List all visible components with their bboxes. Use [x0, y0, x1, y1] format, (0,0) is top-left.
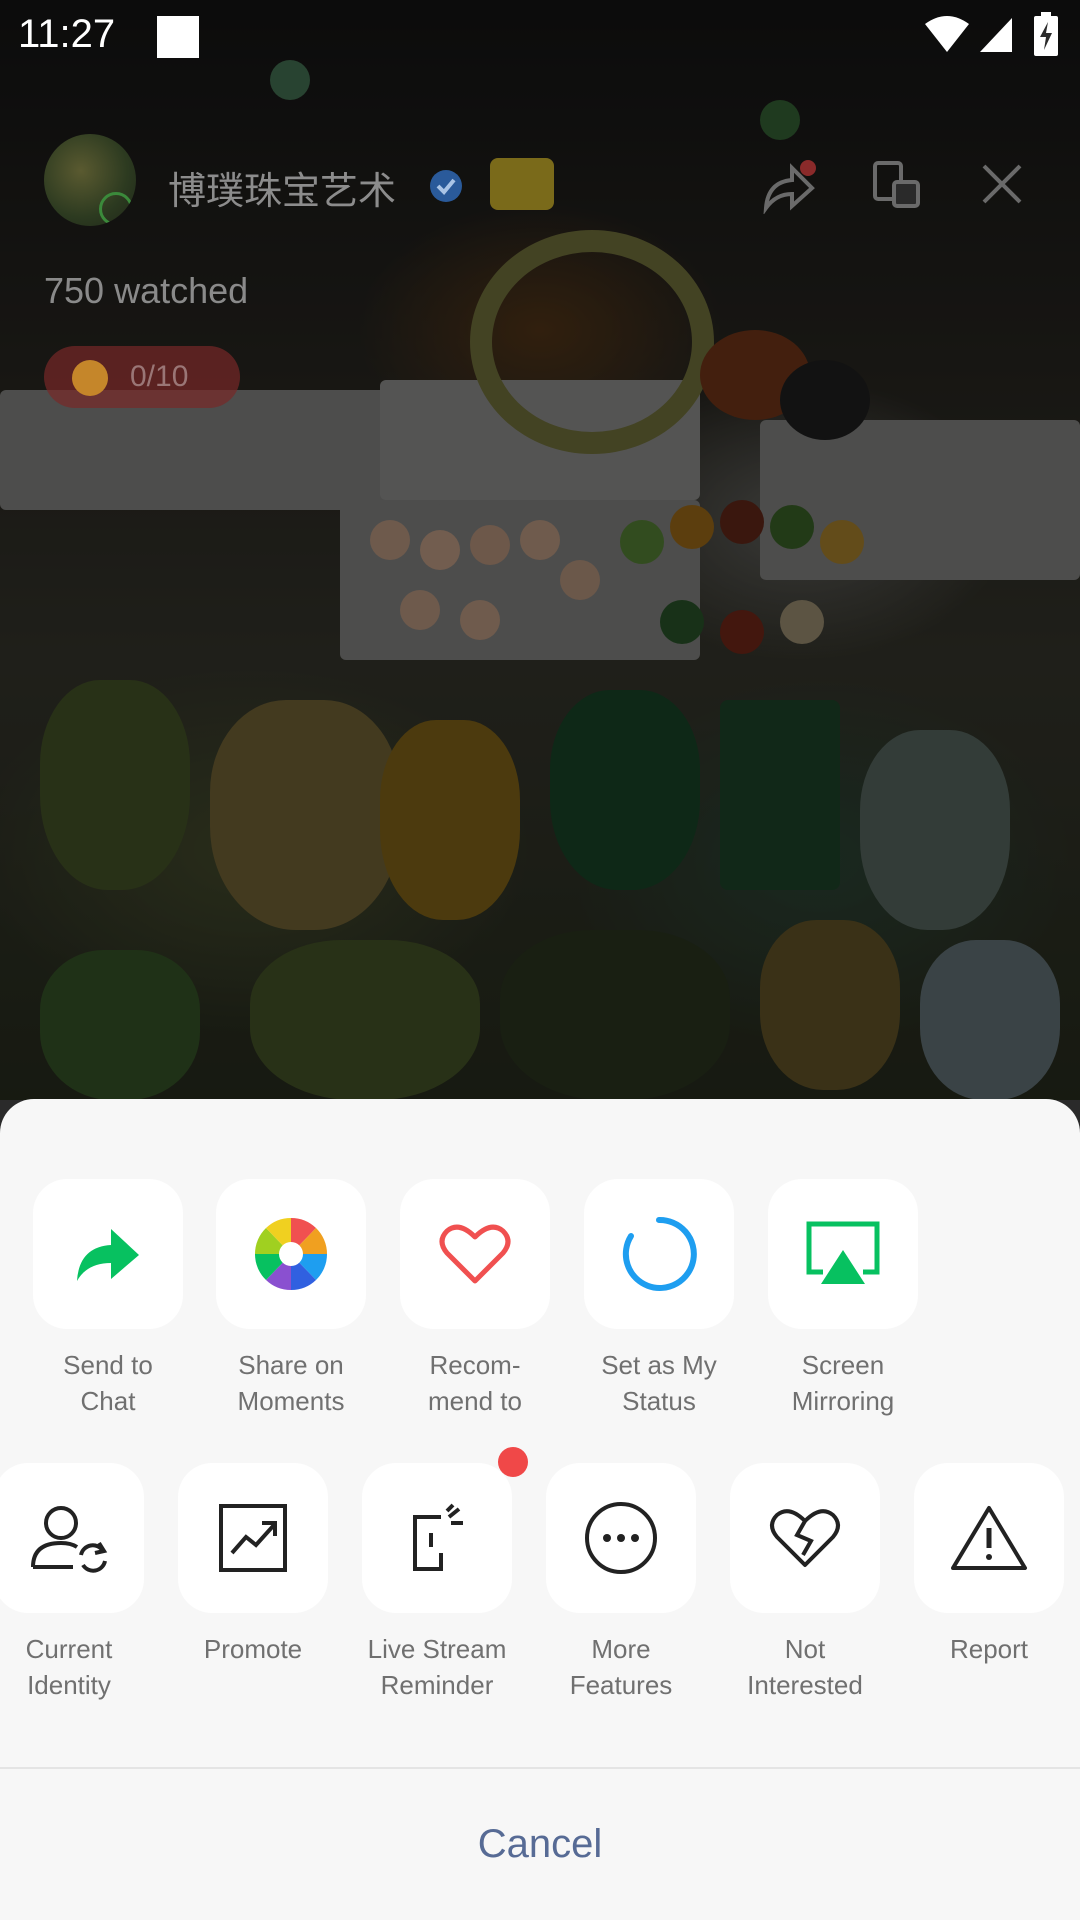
reminder-phone-icon: [413, 1503, 463, 1571]
task-count: 0/10: [130, 360, 189, 393]
item-label: Current Identity: [25, 1634, 113, 1700]
recommend-to-button[interactable]: Recom- mend to: [400, 1179, 550, 1419]
item-label: More Features: [569, 1634, 673, 1700]
wifi-icon: [925, 16, 969, 52]
heart-icon: [439, 1224, 511, 1284]
share-on-moments-button[interactable]: Share on Moments: [216, 1179, 366, 1419]
share-sheet: Send to Chat Share on Moments Recom- men…: [0, 1099, 1080, 1920]
signal-icon: [980, 18, 1012, 52]
live-header: 博璞珠宝艺术 750 watched 0/10: [0, 110, 1080, 410]
promote-chart-icon: [219, 1504, 287, 1572]
chick-icon: [72, 360, 108, 396]
moments-aperture-icon: [254, 1217, 328, 1291]
more-features-button[interactable]: More Features: [546, 1463, 696, 1703]
screen-mirroring-button[interactable]: Screen Mirroring: [768, 1179, 918, 1419]
clock: 11:27: [18, 12, 116, 56]
more-dots-icon: [585, 1502, 657, 1574]
forward-arrow-icon: [77, 1229, 139, 1281]
share-icon[interactable]: [760, 160, 816, 214]
status-bar: 11:27: [0, 0, 1080, 75]
item-label: Send to Chat: [63, 1350, 153, 1416]
floating-window-icon[interactable]: [872, 160, 922, 210]
screen-mirroring-icon: [806, 1221, 880, 1284]
promote-button[interactable]: Promote: [178, 1463, 328, 1667]
set-as-my-status-button[interactable]: Set as My Status: [584, 1179, 734, 1419]
item-label: Recom- mend to: [428, 1350, 522, 1416]
verified-icon: [430, 170, 462, 202]
item-label: Promote: [203, 1634, 303, 1664]
item-label: Set as My Status: [601, 1350, 717, 1416]
item-label: Live Stream Reminder: [367, 1634, 507, 1700]
item-label: Not Interested: [747, 1634, 863, 1700]
anchor-badge-icon: [490, 158, 554, 210]
notification-dot: [498, 1447, 528, 1477]
notification-icon: [157, 16, 199, 58]
live-stream-reminder-button[interactable]: Live Stream Reminder: [362, 1447, 528, 1703]
send-to-chat-button[interactable]: Send to Chat: [33, 1179, 183, 1419]
warning-icon: [951, 1506, 1027, 1570]
streamer-name[interactable]: 博璞珠宝艺术: [168, 160, 396, 215]
streamer-avatar[interactable]: [44, 134, 136, 226]
item-label: Share on Moments: [237, 1350, 345, 1416]
identity-switch-icon: [31, 1506, 108, 1573]
share-row: Send to Chat Share on Moments Recom- men…: [0, 1179, 1080, 1439]
item-label: Screen Mirroring: [791, 1350, 895, 1416]
close-icon[interactable]: [980, 162, 1024, 206]
current-identity-button[interactable]: Current Identity: [0, 1463, 144, 1703]
watched-count: 750 watched: [44, 270, 249, 311]
broken-heart-icon: [770, 1509, 840, 1567]
item-label: Report: [949, 1634, 1029, 1664]
cancel-button[interactable]: Cancel: [0, 1769, 1080, 1920]
report-button[interactable]: Report: [914, 1463, 1064, 1667]
battery-charging-icon: [1034, 12, 1058, 56]
action-row: Current Identity Promote Live Stream Rem…: [0, 1447, 1080, 1723]
task-progress-pill[interactable]: 0/10: [44, 346, 240, 408]
not-interested-button[interactable]: Not Interested: [730, 1463, 880, 1703]
status-ring-icon: [622, 1216, 697, 1291]
